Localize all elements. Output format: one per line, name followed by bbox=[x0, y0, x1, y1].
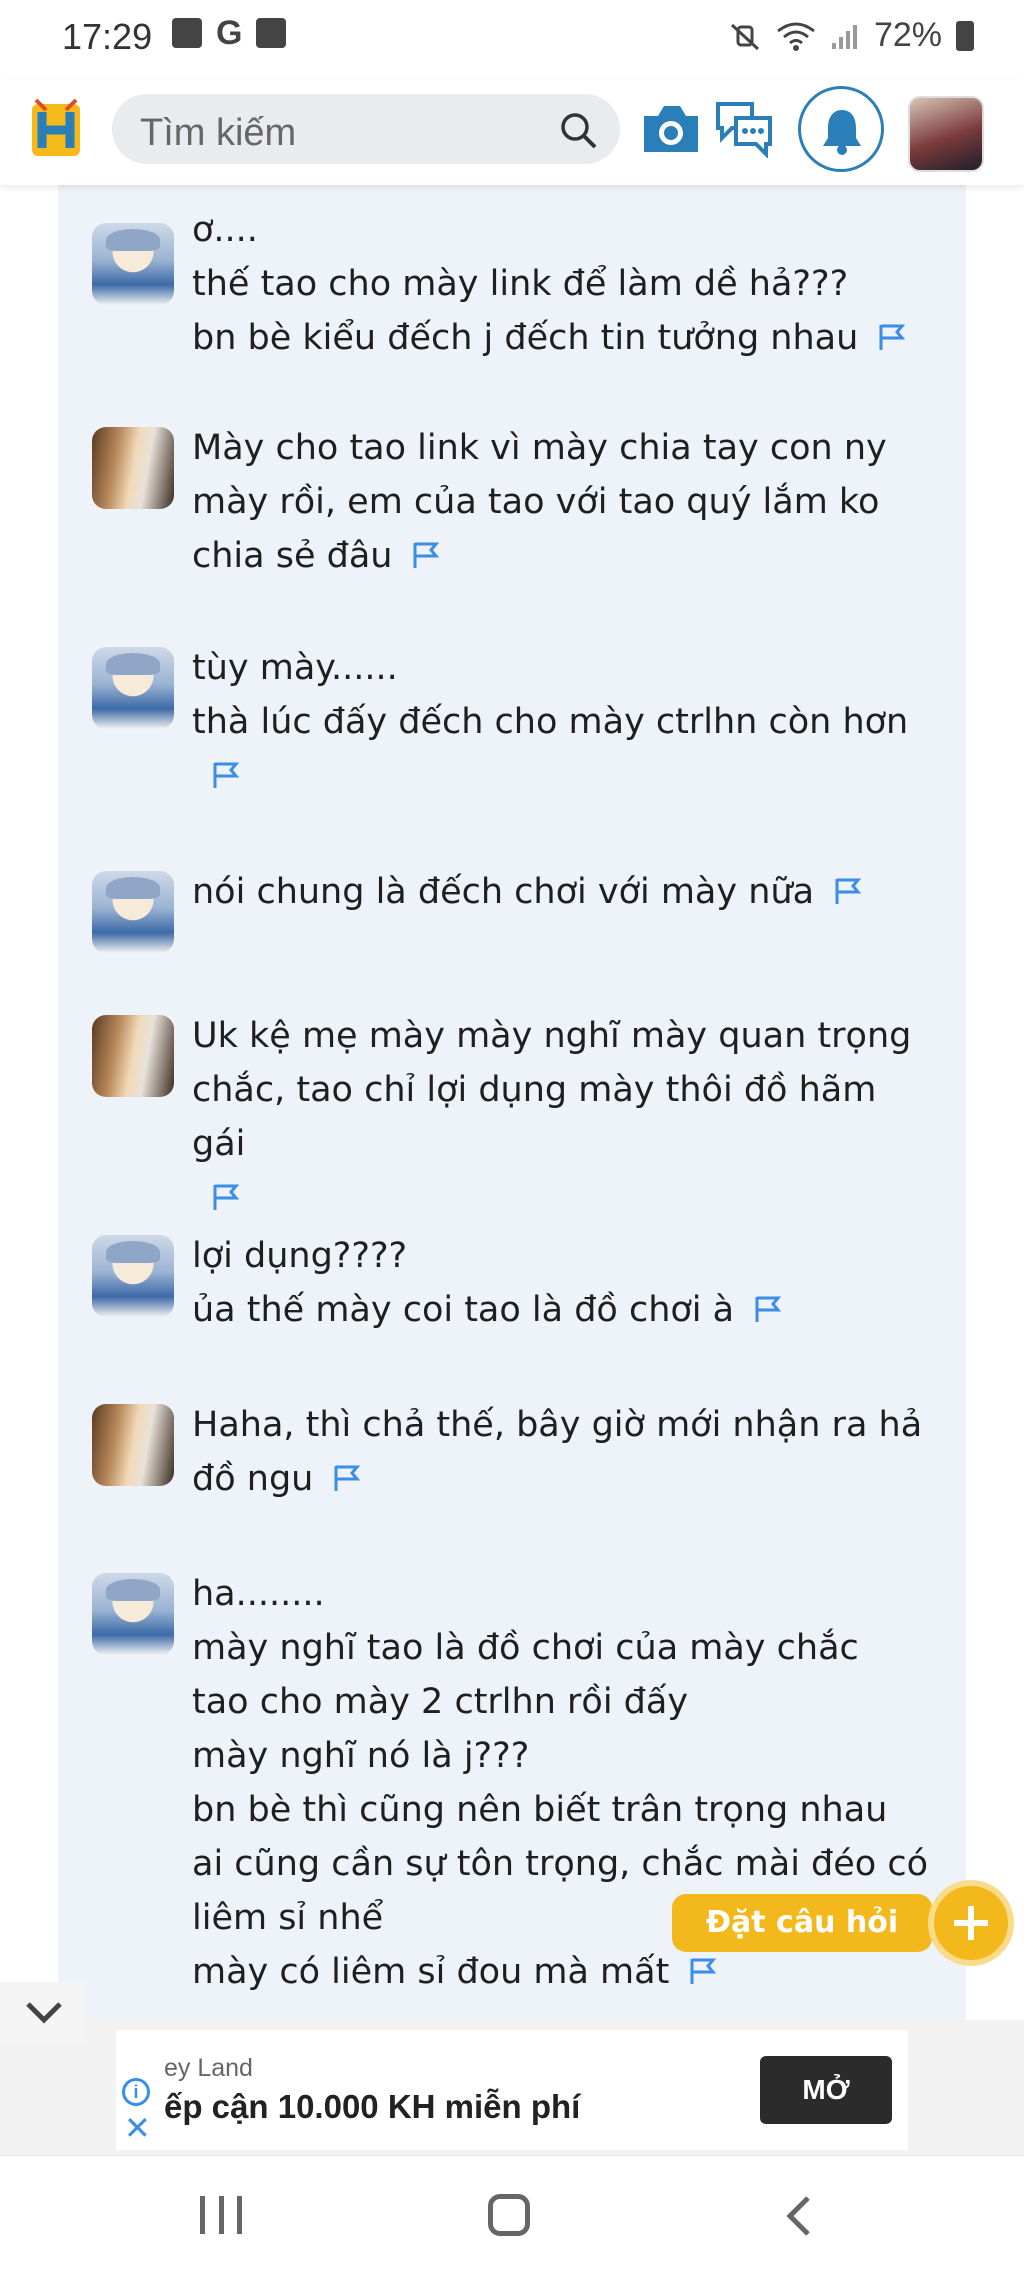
recent-apps-icon[interactable] bbox=[200, 2196, 242, 2234]
ad-area: i ✕ ey Land ếp cận 10.000 KH miễn phí MỞ bbox=[0, 2020, 1024, 2155]
message-line: mày nghĩ tao là đồ chơi của mày chắc bbox=[192, 1628, 859, 1668]
search-bar[interactable]: Tìm kiếm bbox=[112, 94, 620, 164]
avatar[interactable] bbox=[92, 1573, 174, 1655]
report-flag-icon[interactable] bbox=[876, 322, 906, 352]
report-flag-icon[interactable] bbox=[410, 540, 440, 570]
comment-panel: ơ.... thế tao cho mày link để làm dề hả?… bbox=[58, 185, 966, 2020]
message-line bbox=[192, 749, 932, 803]
battery-icon bbox=[956, 20, 974, 51]
message-text: nói chung là đếch chơi với mày nữa bbox=[192, 865, 932, 919]
search-input[interactable]: Tìm kiếm bbox=[140, 112, 296, 155]
message-line: thế tao cho mày link để làm dề hả??? bbox=[192, 264, 849, 304]
message-line: bn bè thì cũng nên biết trân trọng nhau bbox=[192, 1790, 888, 1830]
ad-close-icon[interactable]: ✕ bbox=[124, 2112, 151, 2144]
message-line bbox=[192, 1171, 932, 1225]
mute-icon bbox=[730, 23, 759, 50]
app-header: Tìm kiếm bbox=[0, 80, 1024, 185]
gallery-icon bbox=[172, 18, 202, 48]
report-flag-icon[interactable] bbox=[331, 1463, 361, 1493]
avatar[interactable] bbox=[92, 1235, 174, 1317]
check-icon bbox=[256, 18, 287, 48]
ad-info-icon[interactable]: i bbox=[122, 2078, 150, 2106]
app-logo[interactable] bbox=[28, 96, 84, 160]
chat-icon[interactable] bbox=[712, 98, 776, 158]
message-line: mày rồi, em của tao với tao quý lắm ko bbox=[192, 482, 880, 522]
back-icon[interactable] bbox=[782, 2194, 816, 2238]
home-icon[interactable] bbox=[488, 2194, 530, 2236]
status-left-icons: G bbox=[172, 14, 287, 52]
ask-question-label[interactable]: Đặt câu hỏi bbox=[672, 1894, 948, 1952]
message-text: Mày cho tao link vì mày chia tay con ny … bbox=[192, 421, 932, 583]
user-avatar[interactable] bbox=[908, 96, 984, 172]
avatar[interactable] bbox=[92, 871, 174, 953]
avatar[interactable] bbox=[92, 1404, 174, 1486]
ad-open-button[interactable]: MỞ bbox=[760, 2056, 892, 2124]
collapse-button[interactable] bbox=[0, 1982, 86, 2042]
google-icon: G bbox=[216, 14, 243, 52]
message-line: ủa thế mày coi tao là đồ chơi à bbox=[192, 1283, 932, 1337]
message-line: lợi dụng???? bbox=[192, 1236, 408, 1276]
status-bar: 17:29 G 72% bbox=[0, 0, 1024, 80]
plus-icon[interactable] bbox=[928, 1880, 1014, 1966]
bell-icon bbox=[823, 110, 861, 155]
message-line: Uk kệ mẹ mày mày nghĩ mày quan trọng bbox=[192, 1016, 912, 1056]
ad-text: ếp cận 10.000 KH miễn phí bbox=[164, 2088, 581, 2125]
message-line: mày nghĩ nó là j??? bbox=[192, 1736, 530, 1776]
avatar[interactable] bbox=[92, 1015, 174, 1097]
camera-icon[interactable] bbox=[640, 100, 702, 156]
message-text: Haha, thì chả thế, bây giờ mới nhận ra h… bbox=[192, 1398, 932, 1506]
battery-percent: 72% bbox=[873, 16, 942, 54]
message-line: ha........ bbox=[192, 1574, 325, 1614]
system-nav-bar bbox=[0, 2155, 1024, 2275]
notification-button[interactable] bbox=[798, 86, 884, 172]
message-line: bn bè kiểu đếch j đếch tin tưởng nhau bbox=[192, 311, 932, 365]
message-line: Mày cho tao link vì mày chia tay con ny bbox=[192, 428, 887, 468]
message-line: ơ.... bbox=[192, 210, 258, 250]
message-line: đồ ngu bbox=[192, 1452, 932, 1506]
message-text: lợi dụng???? ủa thế mày coi tao là đồ ch… bbox=[192, 1229, 932, 1337]
signal-icon bbox=[831, 24, 857, 49]
ask-question-fab[interactable]: Đặt câu hỏi bbox=[672, 1880, 1014, 1970]
message-line: thà lúc đấy đếch cho mày ctrlhn còn hơn bbox=[192, 702, 909, 742]
ad-banner[interactable]: i ✕ ey Land ếp cận 10.000 KH miễn phí MỞ bbox=[116, 2030, 908, 2150]
avatar[interactable] bbox=[92, 223, 174, 305]
message-text: ơ.... thế tao cho mày link để làm dề hả?… bbox=[192, 203, 932, 365]
report-flag-icon[interactable] bbox=[210, 760, 240, 790]
avatar[interactable] bbox=[92, 427, 174, 509]
report-flag-icon[interactable] bbox=[832, 876, 862, 906]
avatar[interactable] bbox=[92, 647, 174, 729]
message-line: chắc, tao chỉ lợi dụng mày thôi đồ hãm g… bbox=[192, 1070, 877, 1164]
message-text: Uk kệ mẹ mày mày nghĩ mày quan trọng chắ… bbox=[192, 1009, 932, 1225]
message-line: Haha, thì chả thế, bây giờ mới nhận ra h… bbox=[192, 1405, 923, 1445]
status-right-icons: 72% bbox=[728, 16, 974, 55]
message-line: tùy mày...... bbox=[192, 648, 398, 688]
message-line: chia sẻ đâu bbox=[192, 529, 932, 583]
message-text: tùy mày...... thà lúc đấy đếch cho mày c… bbox=[192, 641, 932, 803]
status-time: 17:29 bbox=[62, 16, 153, 57]
report-flag-icon[interactable] bbox=[752, 1294, 782, 1324]
chevron-down-icon bbox=[26, 2002, 62, 2024]
message-line: tao cho mày 2 ctrlhn rồi đấy bbox=[192, 1682, 689, 1722]
report-flag-icon[interactable] bbox=[210, 1182, 240, 1212]
wifi-icon bbox=[777, 22, 815, 51]
ad-brand: ey Land bbox=[164, 2054, 253, 2082]
search-icon[interactable] bbox=[558, 110, 598, 150]
message-line: nói chung là đếch chơi với mày nữa bbox=[192, 865, 932, 919]
